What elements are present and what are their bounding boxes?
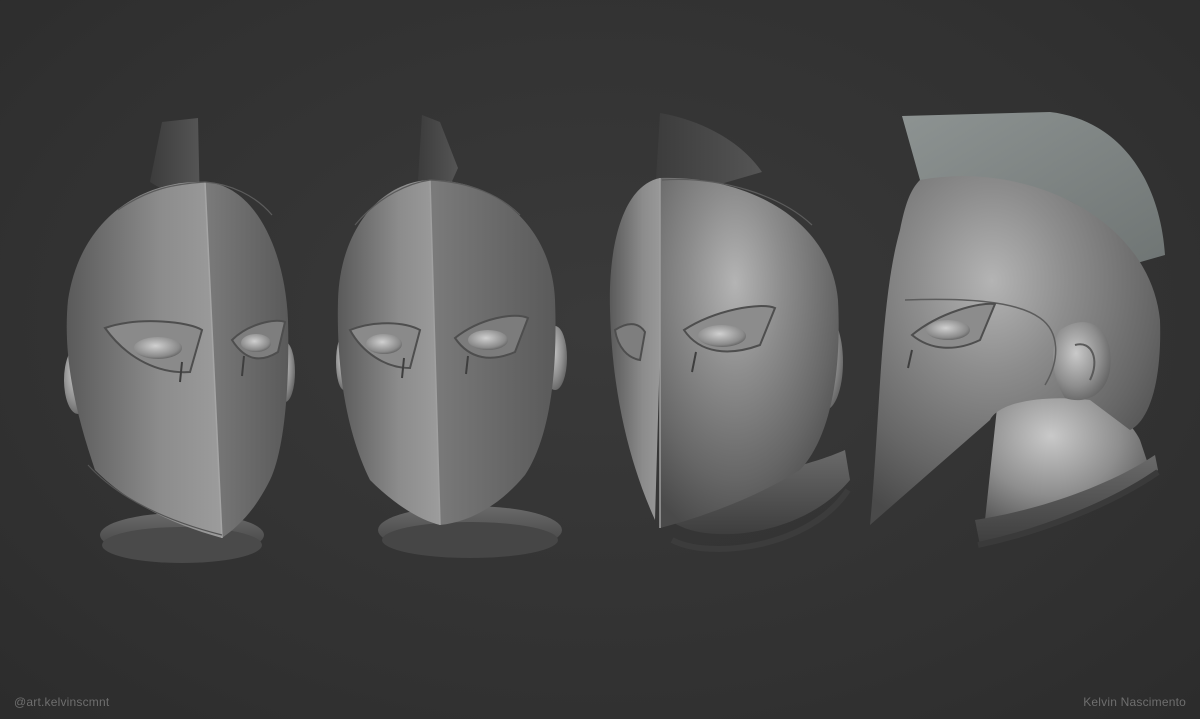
helmet-side-profile-view (870, 112, 1165, 548)
social-handle-watermark: @art.kelvinscmnt (14, 695, 110, 709)
artist-name-watermark: Kelvin Nascimento (1083, 695, 1186, 709)
helmet-render-sheet (64, 112, 1165, 563)
helmet-three-quarter-view (609, 113, 851, 552)
helmet-front-three-quarter-view (336, 115, 567, 558)
render-canvas: @art.kelvinscmnt Kelvin Nascimento (0, 0, 1200, 719)
helmet-front-view (64, 118, 295, 563)
